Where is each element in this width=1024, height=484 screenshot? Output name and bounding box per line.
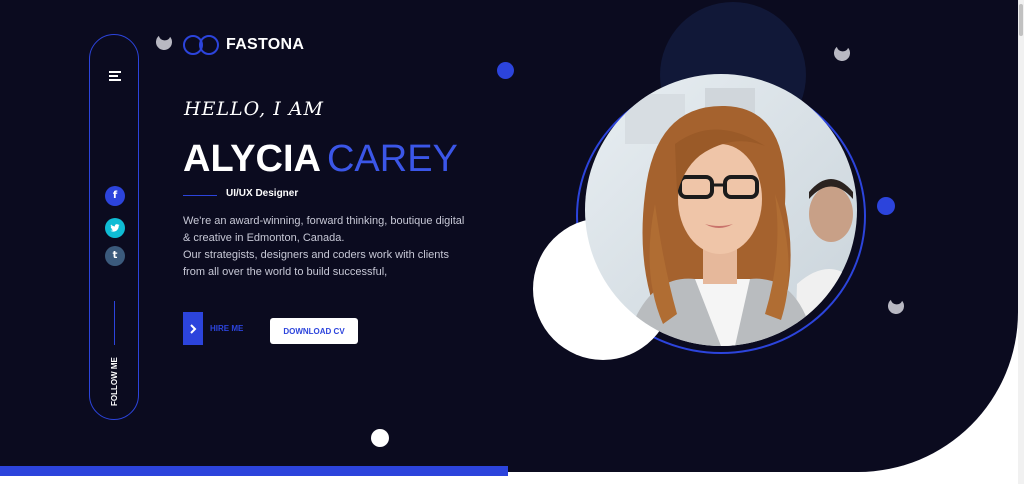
infinity-icon bbox=[183, 35, 219, 55]
follow-me-label: FOLLOW ME bbox=[110, 357, 119, 406]
download-cv-button[interactable]: DOWNLOAD CV bbox=[270, 318, 358, 344]
tumblr-icon[interactable]: t bbox=[105, 246, 125, 266]
brand-logo[interactable]: FASTONA bbox=[182, 34, 304, 56]
role-title: UI/UX Designer bbox=[226, 188, 299, 199]
last-name: CAREY bbox=[326, 138, 458, 180]
moon-icon bbox=[888, 299, 904, 314]
decor-dot bbox=[877, 197, 895, 215]
portrait-photo bbox=[585, 74, 857, 346]
description-paragraph: Our strategists, designers and coders wo… bbox=[183, 249, 449, 278]
bottom-accent-bar bbox=[0, 466, 508, 476]
hero-section: f t FOLLOW ME FASTONA HELLO, I AM ALYCIA… bbox=[0, 0, 1018, 472]
divider-line bbox=[114, 301, 115, 345]
menu-icon[interactable] bbox=[109, 71, 121, 81]
moon-icon bbox=[834, 46, 850, 61]
hire-me-button[interactable] bbox=[183, 312, 203, 345]
hero-description: We're an award-winning, forward thinking… bbox=[183, 213, 473, 281]
hire-me-link[interactable]: HIRE ME bbox=[210, 324, 243, 333]
greeting-text: HELLO, I AM bbox=[184, 98, 324, 120]
side-social-bar: f t FOLLOW ME bbox=[89, 34, 139, 420]
role-divider bbox=[183, 195, 217, 196]
moon-icon bbox=[156, 35, 172, 50]
description-paragraph: We're an award-winning, forward thinking… bbox=[183, 215, 465, 244]
twitter-icon[interactable] bbox=[105, 218, 125, 238]
chevron-right-icon bbox=[190, 323, 197, 334]
decor-dot bbox=[497, 62, 514, 79]
scrollbar-thumb[interactable] bbox=[1019, 4, 1023, 36]
first-name: ALYCIA bbox=[183, 138, 321, 180]
hero-name: ALYCIA CAREY bbox=[183, 138, 458, 181]
facebook-icon[interactable]: f bbox=[105, 186, 125, 206]
brand-name: FASTONA bbox=[226, 36, 305, 53]
page-scrollbar[interactable] bbox=[1018, 0, 1024, 484]
decor-dot bbox=[371, 429, 389, 447]
